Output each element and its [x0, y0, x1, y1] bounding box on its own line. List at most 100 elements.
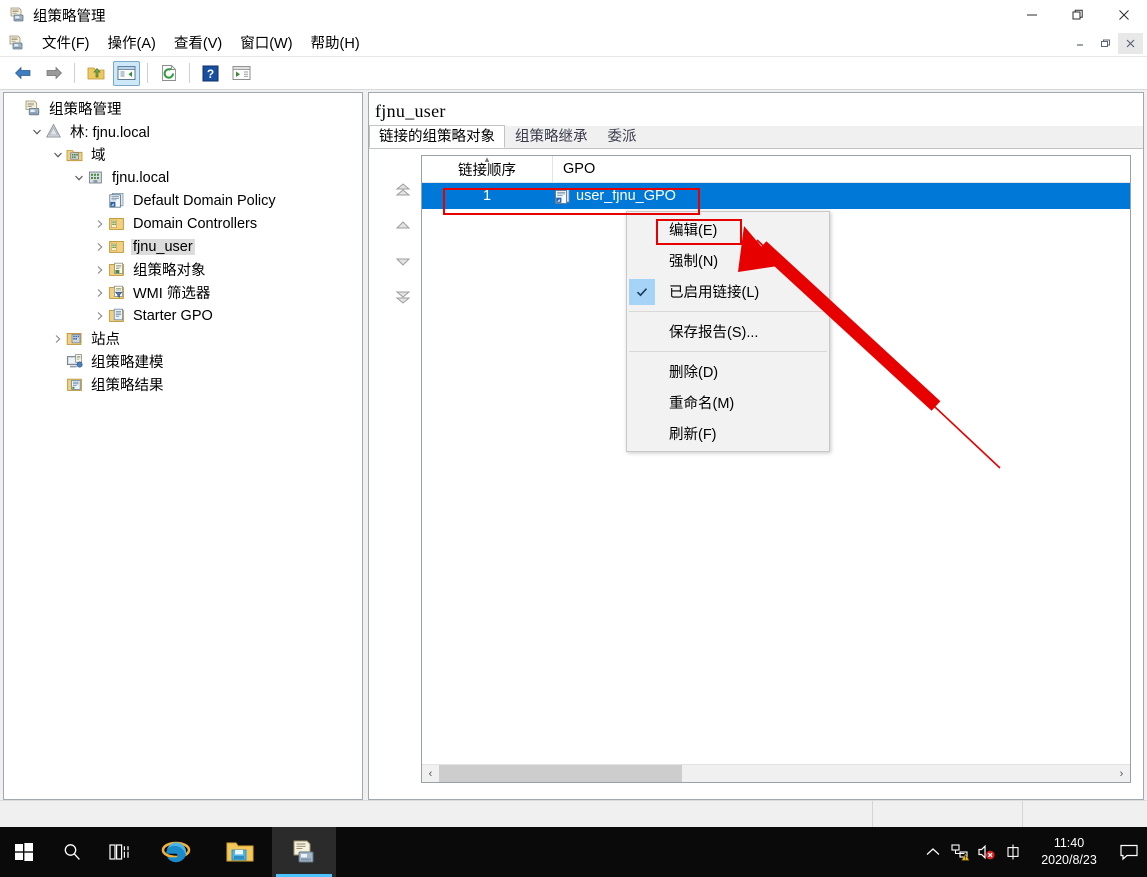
tree-item-group-policy-results[interactable]: 组策略结果	[4, 373, 362, 396]
column-header-link-order[interactable]: ▴ 链接顺序	[422, 156, 552, 183]
tab-linked-gpos[interactable]: 链接的组策略对象	[369, 125, 505, 148]
tree-item-label: fjnu_user	[131, 238, 195, 255]
context-menu-save-report[interactable]: 保存报告(S)...	[627, 316, 829, 347]
window-controls	[1009, 0, 1147, 30]
tree-item-fjnu-user[interactable]: fjnu_user	[4, 235, 362, 258]
domains-icon	[66, 146, 83, 163]
menu-view[interactable]: 查看(V)	[165, 30, 231, 56]
gpmc-taskbar-button[interactable]	[272, 827, 336, 877]
chevron-right-icon[interactable]	[92, 285, 108, 301]
minimize-button[interactable]	[1009, 0, 1055, 30]
tree-item-sites[interactable]: 站点	[4, 327, 362, 350]
notification-icon[interactable]	[1111, 827, 1147, 877]
search-button[interactable]	[48, 827, 96, 877]
tree-item-forest[interactable]: 林: fjnu.local	[4, 120, 362, 143]
up-one-level-button[interactable]	[82, 61, 109, 86]
tree-item-gpmc-root[interactable]: 组策略管理	[4, 97, 362, 120]
gpo-link-icon	[108, 192, 125, 209]
context-menu-link-enabled[interactable]: 已启用链接(L)	[627, 276, 829, 307]
table-row[interactable]: 1 user_fjnu_GPO	[422, 183, 1130, 209]
show-hide-tree-button[interactable]	[113, 60, 140, 86]
tab-gp-inheritance[interactable]: 组策略继承	[505, 125, 598, 148]
tree-item-starter-gpo[interactable]: Starter GPO	[4, 304, 362, 327]
menu-bar: 文件(F) 操作(A) 查看(V) 窗口(W) 帮助(H)	[0, 30, 1147, 57]
move-link-up-button[interactable]	[385, 208, 421, 243]
ime-icon[interactable]	[999, 827, 1027, 877]
mdi-restore-button[interactable]	[1093, 33, 1118, 54]
horizontal-scrollbar[interactable]: ‹ ›	[422, 764, 1130, 782]
scrollbar-thumb[interactable]	[439, 765, 682, 782]
chevron-right-icon[interactable]	[92, 308, 108, 324]
tab-delegation[interactable]: 委派	[598, 125, 647, 148]
tree-item-domains[interactable]: 域	[4, 143, 362, 166]
tree-indent-spacer	[8, 101, 24, 117]
start-button[interactable]	[0, 827, 48, 877]
clock-date: 2020/8/23	[1041, 853, 1097, 867]
starter-gpo-icon	[108, 307, 125, 324]
column-header-gpo[interactable]: GPO	[552, 156, 1130, 183]
chevron-down-icon[interactable]	[50, 147, 66, 163]
menu-action[interactable]: 操作(A)	[99, 30, 165, 56]
internet-explorer-button[interactable]	[144, 827, 208, 877]
menu-help[interactable]: 帮助(H)	[302, 30, 369, 56]
gpmc-icon	[24, 100, 41, 117]
list-rows: 1 user_fjnu_GPO	[422, 183, 1130, 209]
file-explorer-button[interactable]	[208, 827, 272, 877]
show-hidden-icons-button[interactable]	[919, 827, 947, 877]
context-menu-edit[interactable]: 编辑(E)	[627, 214, 829, 245]
mdi-minimize-button[interactable]	[1068, 33, 1093, 54]
gpo-link-icon	[554, 188, 571, 205]
chevron-right-icon[interactable]	[92, 216, 108, 232]
menu-window[interactable]: 窗口(W)	[231, 30, 301, 56]
restore-button[interactable]	[1055, 0, 1101, 30]
tree-item-group-policy-modeling[interactable]: 组策略建模	[4, 350, 362, 373]
tree-item-domain-fjnu-local[interactable]: fjnu.local	[4, 166, 362, 189]
tree-item-domain-controllers[interactable]: Domain Controllers	[4, 212, 362, 235]
scrollbar-track[interactable]	[439, 765, 1113, 782]
chevron-down-icon[interactable]	[71, 170, 87, 186]
chevron-down-icon[interactable]	[29, 124, 45, 140]
tree-item-default-domain-policy[interactable]: Default Domain Policy	[4, 189, 362, 212]
link-order-buttons	[385, 173, 421, 313]
window-title: 组策略管理	[33, 8, 106, 25]
content-area: 组策略管理林: fjnu.local 域 fjnu.local Default Dom…	[0, 90, 1147, 827]
move-link-to-top-button[interactable]	[385, 173, 421, 208]
scroll-right-button[interactable]: ›	[1113, 765, 1130, 782]
mdi-close-button[interactable]	[1118, 33, 1143, 54]
tree-item-group-policy-objects[interactable]: 组策略对象	[4, 258, 362, 281]
move-link-to-bottom-button[interactable]	[385, 278, 421, 313]
forward-button[interactable]	[40, 61, 67, 86]
context-menu-rename[interactable]: 重命名(M)	[627, 387, 829, 418]
list-header-row: ▴ 链接顺序 GPO	[422, 156, 1130, 183]
menu-file[interactable]: 文件(F)	[33, 30, 99, 56]
sort-ascending-icon: ▴	[484, 155, 490, 164]
context-menu-enforced[interactable]: 强制(N)	[627, 245, 829, 276]
close-button[interactable]	[1101, 0, 1147, 30]
forest-icon	[45, 123, 62, 140]
tree-item-label: 组策略管理	[49, 102, 122, 118]
chevron-right-icon[interactable]	[92, 262, 108, 278]
properties-button[interactable]	[228, 61, 255, 86]
task-view-button[interactable]	[96, 827, 144, 877]
volume-muted-icon[interactable]	[973, 827, 999, 877]
mdi-window-controls	[1068, 33, 1143, 54]
context-menu-separator	[629, 351, 827, 352]
context-menu-delete[interactable]: 删除(D)	[627, 356, 829, 387]
taskbar: 11:40 2020/8/23	[0, 827, 1147, 877]
tree-item-label: 组策略对象	[133, 263, 206, 279]
scroll-left-button[interactable]: ‹	[422, 765, 439, 782]
context-menu-edit-label: 编辑(E)	[669, 223, 718, 239]
tree-item-wmi-filters[interactable]: WMI 筛选器	[4, 281, 362, 304]
gp-results-icon	[66, 376, 83, 393]
help-button[interactable]: ?	[197, 61, 224, 86]
context-menu-refresh[interactable]: 刷新(F)	[627, 418, 829, 449]
tree-item-label: 组策略建模	[91, 355, 164, 371]
chevron-right-icon[interactable]	[92, 239, 108, 255]
clock[interactable]: 11:40 2020/8/23	[1027, 827, 1111, 877]
sites-icon	[66, 330, 83, 347]
back-button[interactable]	[9, 61, 36, 86]
refresh-button[interactable]	[155, 61, 182, 86]
move-link-down-button[interactable]	[385, 243, 421, 278]
chevron-right-icon[interactable]	[50, 331, 66, 347]
network-warning-icon[interactable]	[947, 827, 973, 877]
